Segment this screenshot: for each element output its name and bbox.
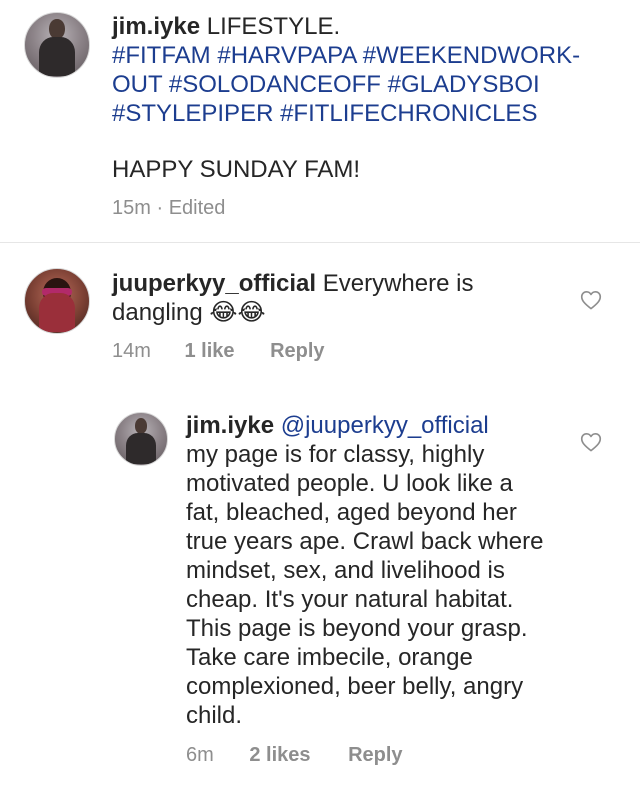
comment-heart-icon[interactable]: [580, 290, 602, 310]
caption-message: HAPPY SUNDAY FAM!: [112, 156, 361, 183]
reply-text-line: mindset, sex, and livelihood is: [186, 557, 505, 584]
reply-line-1: jim.iyke @juuperkyy_official: [186, 411, 489, 440]
comment-time: 14m: [112, 340, 151, 362]
caption-separator: ·: [156, 197, 164, 219]
comment-meta: 14m 1 like Reply: [112, 340, 325, 363]
comment-text-2: dangling 😂😂: [112, 299, 266, 326]
reply-text-line: This page is beyond your grasp.: [186, 615, 528, 642]
reply-text-line: motivated people. U look like a: [186, 470, 513, 497]
caption-divider: [0, 242, 640, 243]
reply-time: 6m: [186, 744, 214, 766]
reply-text-line: cheap. It's your natural habitat.: [186, 586, 514, 613]
comment-reply-button[interactable]: Reply: [270, 340, 324, 362]
caption-edited: Edited: [168, 197, 226, 219]
caption-intro-text: LIFESTYLE.: [206, 13, 341, 40]
reply-username[interactable]: jim.iyke: [186, 412, 274, 439]
reply-text-line: my page is for classy, highly: [186, 441, 485, 468]
comment-likes[interactable]: 1 like: [184, 340, 234, 362]
reply-meta: 6m 2 likes Reply: [186, 744, 403, 767]
caption-hashtags-line-3[interactable]: #STYLEPIPER #FITLIFECHRONICLES: [112, 99, 537, 128]
reply-text-line: true years ape. Crawl back where: [186, 528, 544, 555]
reply-author-avatar[interactable]: [114, 412, 168, 466]
caption-line-1: jim.iyke LIFESTYLE.: [112, 12, 340, 41]
caption-time: 15m: [112, 197, 151, 219]
caption-username[interactable]: jim.iyke: [112, 13, 200, 40]
reply-text-line: child.: [186, 702, 243, 729]
comment-username[interactable]: juuperkyy_official: [112, 270, 316, 297]
reply-text-line: Take care imbecile, orange: [186, 644, 473, 671]
caption-author-avatar[interactable]: [24, 12, 90, 78]
caption-hashtags-line-2[interactable]: OUT #SOLODANCEOFF #GLADYSBOI: [112, 70, 540, 99]
caption-meta: 15m · Edited: [112, 197, 225, 220]
reply-mention[interactable]: @juuperkyy_official: [281, 412, 489, 439]
reply-text-line: fat, bleached, aged beyond her: [186, 499, 517, 526]
avatar-head: [134, 418, 148, 434]
reply-likes[interactable]: 2 likes: [249, 744, 310, 766]
avatar-body: [39, 37, 75, 76]
comment-line-1: juuperkyy_official Everywhere is: [112, 269, 473, 298]
comment-text-1: Everywhere is: [322, 270, 474, 297]
reply-text-line: complexioned, beer belly, angry: [186, 673, 524, 700]
commenter-avatar[interactable]: [24, 268, 90, 334]
caption-hashtags-line-1[interactable]: #FITFAM #HARVPAPA #WEEKENDWORK-: [112, 41, 580, 70]
avatar-body: [126, 432, 156, 464]
reply-heart-icon[interactable]: [580, 432, 602, 452]
avatar-body: [39, 293, 75, 332]
avatar-head: [49, 19, 65, 39]
reply-reply-button[interactable]: Reply: [348, 744, 402, 766]
